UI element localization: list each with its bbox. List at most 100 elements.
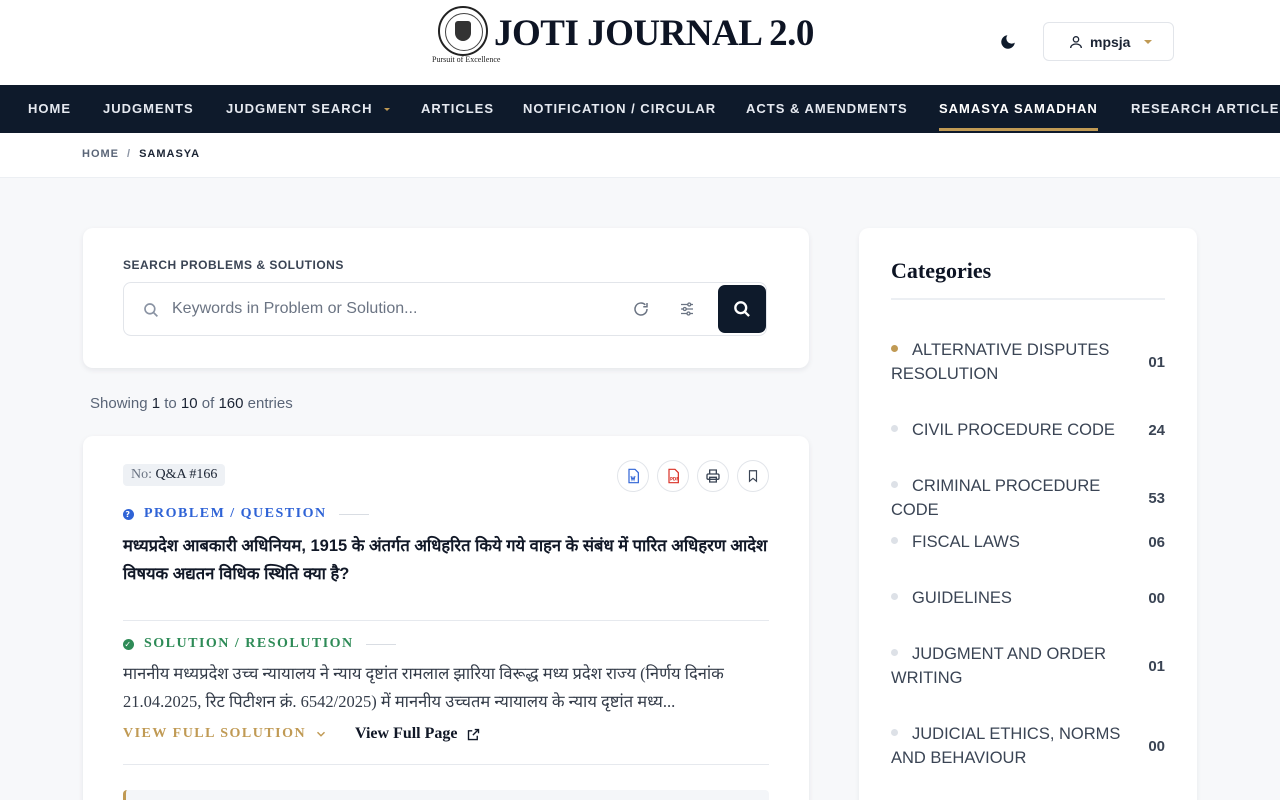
- category-count: 01: [1148, 657, 1165, 675]
- category-count: 53: [1148, 489, 1165, 507]
- seal-emblem: [438, 6, 488, 56]
- qa-number-label: No:: [131, 467, 152, 482]
- external-link-icon: [467, 728, 479, 740]
- heading-rule: [365, 643, 396, 645]
- main-nav: HOME JUDGMENTS JUDGMENT SEARCH ARTICLES …: [0, 85, 1280, 133]
- user-icon: [1070, 35, 1082, 48]
- chevron-down-icon: [317, 731, 326, 737]
- divider: [123, 764, 769, 765]
- logo-seal: Pursuit of Excellence: [432, 6, 500, 66]
- category-item[interactable]: JUDICIAL ETHICS, NORMS AND BEHAVIOUR 00: [891, 722, 1165, 770]
- category-label: JUDGMENT AND ORDER WRITING: [891, 645, 1107, 687]
- bookmark-icon: [748, 470, 758, 483]
- site-logo[interactable]: Pursuit of Excellence JOTI JOURNAL 2.0: [432, 6, 814, 66]
- username: mpsja: [1090, 33, 1131, 50]
- search-label: SEARCH PROBLEMS & SOLUTIONS: [123, 258, 344, 272]
- entries-prefix: Showing: [90, 395, 148, 412]
- entries-suffix: entries: [247, 395, 293, 412]
- category-item[interactable]: JUDGMENT AND ORDER WRITING 01: [891, 642, 1165, 690]
- divider: [123, 620, 769, 621]
- theme-toggle-button[interactable]: [996, 30, 1020, 54]
- check-icon: ✓: [123, 638, 134, 650]
- nav-item-notification[interactable]: NOTIFICATION / CIRCULAR: [523, 85, 716, 133]
- bullet-icon: [891, 425, 898, 433]
- category-item[interactable]: GUIDELINES 00: [891, 586, 1165, 610]
- nav-item-samasya-samadhan[interactable]: SAMASYA SAMADHAN: [939, 85, 1098, 133]
- site-title: JOTI JOURNAL 2.0: [494, 13, 814, 54]
- user-menu-button[interactable]: mpsja: [1043, 22, 1174, 61]
- bullet-icon: [891, 593, 898, 601]
- nav-item-judgments[interactable]: JUDGMENTS: [103, 85, 194, 133]
- breadcrumb-current: SAMASYA: [139, 148, 201, 160]
- category-label: JUDICIAL ETHICS, NORMS AND BEHAVIOUR: [891, 725, 1121, 767]
- search-input[interactable]: [172, 289, 612, 329]
- nav-item-home[interactable]: HOME: [28, 85, 71, 133]
- problem-text: मध्यप्रदेश आबकारी अधिनियम, 1915 के अंतर्…: [123, 537, 768, 583]
- entries-summary: Showing 1 to 10 of 160 entries: [90, 395, 293, 412]
- bullet-icon: [891, 537, 898, 545]
- next-panel: [123, 790, 769, 800]
- category-item[interactable]: CIVIL PROCEDURE CODE 24: [891, 418, 1165, 442]
- entries-from: 1: [151, 395, 161, 412]
- nav-item-label: JUDGMENT SEARCH: [226, 101, 373, 116]
- breadcrumb-bar: HOME / SAMASYA: [0, 133, 1280, 178]
- category-count: 00: [1148, 589, 1165, 607]
- qa-number-badge: No: Q&A #166: [123, 464, 226, 486]
- entries-to-word: to: [164, 395, 177, 412]
- question-icon: ?: [123, 508, 134, 520]
- category-name: JUDGMENT AND ORDER WRITING: [891, 642, 1141, 690]
- problem-heading-label: PROBLEM / QUESTION: [144, 506, 327, 521]
- sliders-icon: [681, 302, 693, 316]
- category-label: ALTERNATIVE DISPUTES RESOLUTION: [891, 341, 1110, 383]
- category-name: CRIMINAL PROCEDURE CODE: [891, 474, 1151, 522]
- breadcrumb: HOME / SAMASYA: [82, 148, 200, 160]
- refresh-icon: [634, 302, 648, 316]
- bullet-icon: [891, 649, 898, 657]
- heading-rule: [338, 513, 369, 515]
- filter-button[interactable]: [678, 300, 696, 323]
- nav-item-research-articles[interactable]: RESEARCH ARTICLES: [1131, 85, 1280, 133]
- entries-of-word: of: [201, 395, 215, 412]
- view-full-solution-label: VIEW FULL SOLUTION: [123, 726, 307, 741]
- problem-heading: ? PROBLEM / QUESTION: [123, 506, 369, 522]
- category-count: 01: [1148, 353, 1165, 371]
- breadcrumb-separator: /: [127, 148, 132, 160]
- category-name: GUIDELINES: [891, 586, 1141, 610]
- breadcrumb-home[interactable]: HOME: [82, 148, 119, 160]
- moon-icon: [1001, 35, 1015, 49]
- category-item[interactable]: ALTERNATIVE DISPUTES RESOLUTION 01: [891, 338, 1165, 386]
- search-submit-button[interactable]: [718, 285, 766, 333]
- nav-item-articles[interactable]: ARTICLES: [421, 85, 494, 133]
- solution-text: माननीय मध्यप्रदेश उच्च न्यायालय ने न्याय…: [123, 664, 724, 711]
- category-item[interactable]: FISCAL LAWS 06: [891, 530, 1165, 554]
- word-file-icon: [628, 468, 639, 484]
- view-full-page-link[interactable]: View Full Page: [355, 725, 481, 743]
- chevron-down-icon: [1144, 39, 1153, 44]
- view-full-solution-button[interactable]: VIEW FULL SOLUTION: [123, 726, 328, 742]
- categories-card: Categories ALTERNATIVE DISPUTES RESOLUTI…: [859, 228, 1197, 800]
- category-name: JUDICIAL ETHICS, NORMS AND BEHAVIOUR: [891, 722, 1141, 770]
- nav-item-acts[interactable]: ACTS & AMENDMENTS: [746, 85, 908, 133]
- bookmark-button[interactable]: [737, 460, 769, 492]
- print-button[interactable]: [697, 460, 729, 492]
- svg-text:PDF: PDF: [670, 477, 679, 482]
- category-item[interactable]: CRIMINAL PROCEDURE CODE 53: [891, 474, 1165, 522]
- category-label: CRIMINAL PROCEDURE CODE: [891, 477, 1101, 519]
- entries-total: 160: [218, 395, 244, 412]
- categories-rule: [891, 298, 1165, 300]
- categories-title: Categories: [891, 258, 992, 283]
- entries-to: 10: [180, 395, 198, 412]
- search-box: [123, 282, 767, 336]
- qa-card: No: Q&A #166 PDF ? PROBLEM / QUESTION मध…: [83, 436, 809, 800]
- chevron-down-icon: [384, 108, 391, 112]
- category-count: 06: [1148, 533, 1165, 551]
- nav-item-judgment-search[interactable]: JUDGMENT SEARCH: [226, 85, 391, 133]
- reset-button[interactable]: [632, 300, 650, 323]
- view-full-page-label: View Full Page: [355, 725, 458, 742]
- solution-heading-label: SOLUTION / RESOLUTION: [144, 636, 354, 651]
- bullet-icon: [891, 481, 898, 489]
- download-word-button[interactable]: [617, 460, 649, 492]
- printer-icon: [706, 469, 720, 483]
- download-pdf-button[interactable]: PDF: [657, 460, 689, 492]
- category-label: FISCAL LAWS: [912, 533, 1020, 551]
